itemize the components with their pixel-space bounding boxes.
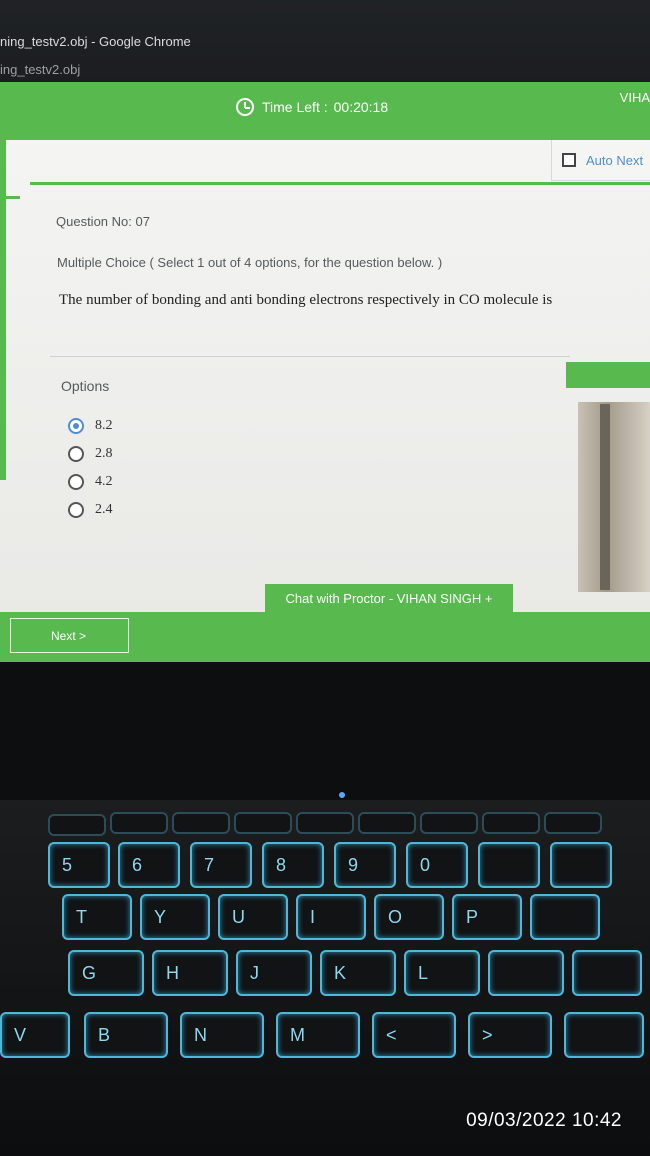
option-1[interactable]: 8.2 [68,418,113,434]
question-number: Question No: 07 [56,214,150,229]
function-key [296,812,354,834]
radio-selected-icon[interactable] [68,418,84,434]
key-9: 9 [334,842,396,888]
proctor-video-header [566,362,650,388]
key-7: 7 [190,842,252,888]
timer-label: Time Left : [262,99,328,115]
function-key [420,812,478,834]
question-text: The number of bonding and anti bonding e… [59,292,553,308]
radio-icon[interactable] [68,502,84,518]
radio-icon[interactable] [68,474,84,490]
function-key [358,812,416,834]
key-comma: < [372,1012,456,1058]
window-title: ning_testv2.obj - Google Chrome [0,34,191,49]
auto-next-toggle[interactable]: Auto Next [551,140,650,181]
options-label: Options [61,378,110,394]
option-3[interactable]: 4.2 [68,474,113,490]
key-h: H [152,950,228,996]
power-led [339,792,345,798]
key-o: O [374,894,444,940]
function-key [482,812,540,834]
function-key [544,812,602,834]
key-y: Y [140,894,210,940]
chat-with-proctor-button[interactable]: Chat with Proctor - VIHAN SINGH + [265,584,513,612]
key-minus [478,842,540,888]
divider-line [30,182,650,185]
key-p: P [452,894,522,940]
key-8: 8 [262,842,324,888]
key-n: N [180,1012,264,1058]
key-g: G [68,950,144,996]
key-slash [564,1012,644,1058]
key-t: T [62,894,132,940]
key-6: 6 [118,842,180,888]
user-name: VIHA [619,90,650,105]
proctor-video-frame [600,404,610,590]
key-b: B [84,1012,168,1058]
question-type: Multiple Choice ( Select 1 out of 4 opti… [57,255,443,270]
question-nav-strip[interactable] [0,140,6,480]
function-key [172,812,230,834]
browser-title-bar: ning_testv2.obj - Google Chrome ing_test… [0,0,650,85]
auto-next-label: Auto Next [586,152,644,168]
key-m: M [276,1012,360,1058]
time-left: Time Left : 00:20:18 [236,98,388,116]
key-i: I [296,894,366,940]
divider-line-left [0,196,20,199]
key-bracket [530,894,600,940]
timer-value: 00:20:18 [333,99,389,115]
option-2[interactable]: 2.8 [68,446,113,462]
option-text: 8.2 [95,418,113,433]
key-k: K [320,950,396,996]
key-equals [550,842,612,888]
option-text: 2.4 [95,502,113,517]
key-0: 0 [406,842,468,888]
function-key [234,812,292,834]
key-v: V [0,1012,70,1058]
key-u: U [218,894,288,940]
function-key [110,812,168,834]
key-quote [572,950,642,996]
key-period: > [468,1012,552,1058]
auto-next-checkbox[interactable] [562,153,576,167]
options-divider [50,356,570,357]
option-text: 4.2 [95,474,113,489]
clock-icon [236,98,254,116]
key-j: J [236,950,312,996]
photo-timestamp: 09/03/2022 10:42 [466,1110,622,1131]
key-semicolon [488,950,564,996]
key-5: 5 [48,842,110,888]
option-4[interactable]: 2.4 [68,502,113,518]
next-button[interactable]: Next > [10,618,129,653]
proctor-video [578,402,650,592]
option-text: 2.8 [95,446,113,461]
radio-icon[interactable] [68,446,84,462]
page-title: ing_testv2.obj [0,62,81,77]
key-l: L [404,950,480,996]
function-key [48,814,106,836]
exam-header: Time Left : 00:20:18 VIHA [0,82,650,140]
